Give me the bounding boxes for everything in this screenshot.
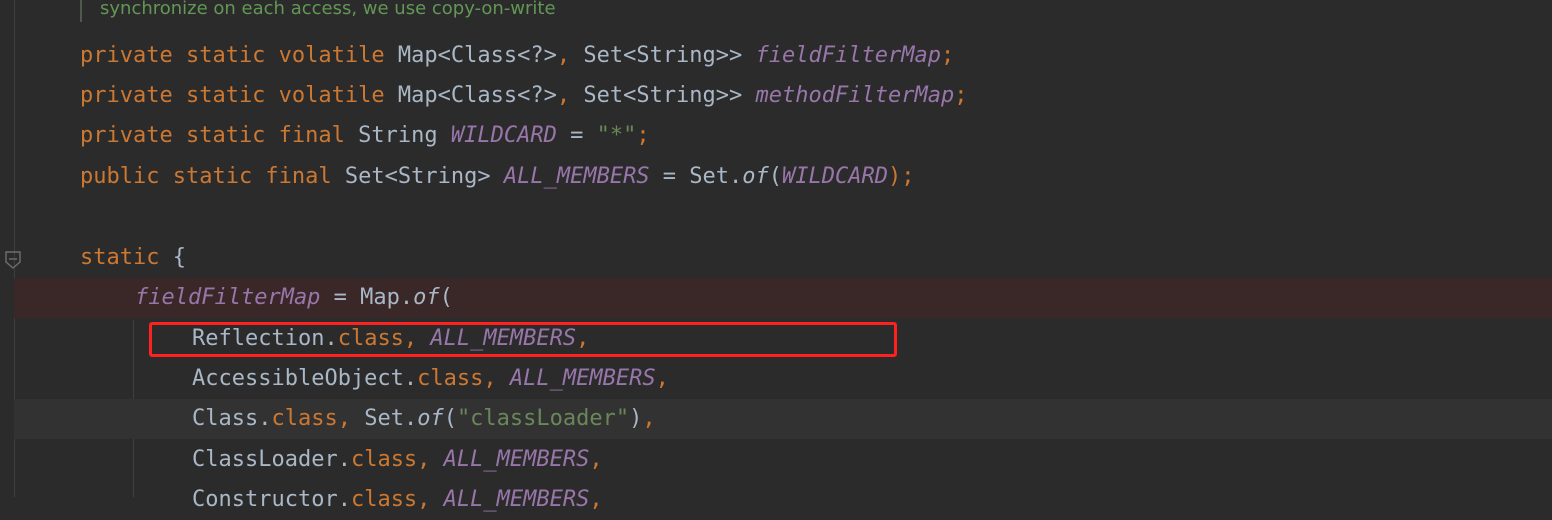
code-token: private static volatile (80, 43, 398, 68)
code-token: ALL_MEMBERS (443, 447, 590, 472)
code-line[interactable]: private static volatile Map<Class<?>, Se… (0, 36, 1552, 76)
code-token: , (589, 487, 603, 512)
code-text: private static final String WILDCARD = "… (80, 116, 650, 156)
code-token: "*" (596, 123, 637, 148)
code-token: Set<String>> (583, 83, 756, 108)
code-token: ALL_MEMBERS (443, 487, 590, 512)
code-token: Set<String> (344, 164, 504, 189)
code-token: Class. (192, 406, 272, 431)
code-token: WILDCARD (450, 123, 557, 148)
code-token: ALL_MEMBERS (503, 164, 650, 189)
code-token: of (417, 406, 444, 431)
code-token: , (556, 43, 584, 68)
code-token: = Set. (649, 164, 743, 189)
code-token: ClassLoader. (192, 447, 351, 472)
code-token: "classLoader" (456, 406, 630, 431)
code-token: = Map. (320, 285, 414, 310)
code-token: = (556, 123, 597, 148)
code-token: of (413, 285, 440, 310)
code-token: of (742, 164, 769, 189)
code-token: ( (439, 285, 453, 310)
code-text: fieldFilterMap = Map.of( (135, 278, 453, 318)
code-token: , (589, 447, 603, 472)
code-token: ; (636, 123, 650, 148)
code-token: Set<String>> (583, 43, 756, 68)
code-text: AccessibleObject.class, ALL_MEMBERS, (192, 359, 669, 399)
code-token: Map<Class<?> (397, 83, 557, 108)
code-token: , (655, 366, 669, 391)
code-token: WILDCARD (782, 164, 888, 189)
code-token: private static volatile (80, 83, 398, 108)
annotation-highlight-box (149, 322, 897, 357)
code-line[interactable]: static { (0, 238, 1552, 278)
code-token: public static final (80, 164, 345, 189)
code-token: ; (954, 83, 968, 108)
code-line[interactable]: private static volatile Map<Class<?>, Se… (0, 76, 1552, 116)
code-text: ClassLoader.class, ALL_MEMBERS, (192, 440, 603, 480)
code-token: ; (940, 43, 955, 68)
code-token: , (642, 406, 656, 431)
code-token: static (80, 245, 173, 270)
code-line[interactable]: public static final Set<String> ALL_MEMB… (0, 157, 1552, 197)
code-text: private static volatile Map<Class<?>, Se… (80, 36, 954, 76)
code-token: Map<Class<?> (397, 43, 557, 68)
code-token: class, (417, 366, 510, 391)
code-text: private static volatile Map<Class<?>, Se… (80, 76, 967, 116)
code-token: ALL_MEMBERS (509, 366, 656, 391)
code-token: Set. (364, 406, 418, 431)
code-token: class, (350, 487, 444, 512)
code-line[interactable]: Constructor.class, ALL_MEMBERS, (0, 480, 1552, 520)
code-line[interactable]: private static final String WILDCARD = "… (0, 116, 1552, 156)
code-text: Constructor.class, ALL_MEMBERS, (192, 480, 603, 520)
code-token: private static final (80, 123, 359, 148)
code-line[interactable]: ClassLoader.class, ALL_MEMBERS, (0, 440, 1552, 480)
code-text: Class.class, Set.of("classLoader"), (192, 399, 656, 439)
code-line-error-highlight[interactable]: fieldFilterMap = Map.of( (14, 278, 1552, 318)
code-token: class, (271, 406, 365, 431)
code-text: static { (80, 238, 186, 278)
doc-comment-text: synchronize on each access, we use copy-… (100, 0, 556, 19)
code-text: public static final Set<String> ALL_MEMB… (80, 157, 915, 197)
code-token: ( (443, 406, 457, 431)
code-token: ( (768, 164, 783, 189)
code-token: methodFilterMap (755, 83, 955, 108)
code-line-current[interactable]: Class.class, Set.of("classLoader"), (14, 399, 1552, 439)
code-token: class, (350, 447, 444, 472)
code-token: ); (888, 164, 915, 189)
code-token: fieldFilterMap (135, 285, 321, 310)
code-token: { (172, 245, 186, 270)
code-line[interactable] (0, 198, 1552, 238)
code-token: ) (629, 406, 643, 431)
code-token: fieldFilterMap (755, 43, 941, 68)
code-line[interactable]: AccessibleObject.class, ALL_MEMBERS, (0, 359, 1552, 399)
code-token: AccessibleObject. (192, 366, 418, 391)
code-token: String (358, 123, 451, 148)
code-token: , (556, 83, 584, 108)
code-token: Constructor. (192, 487, 351, 512)
